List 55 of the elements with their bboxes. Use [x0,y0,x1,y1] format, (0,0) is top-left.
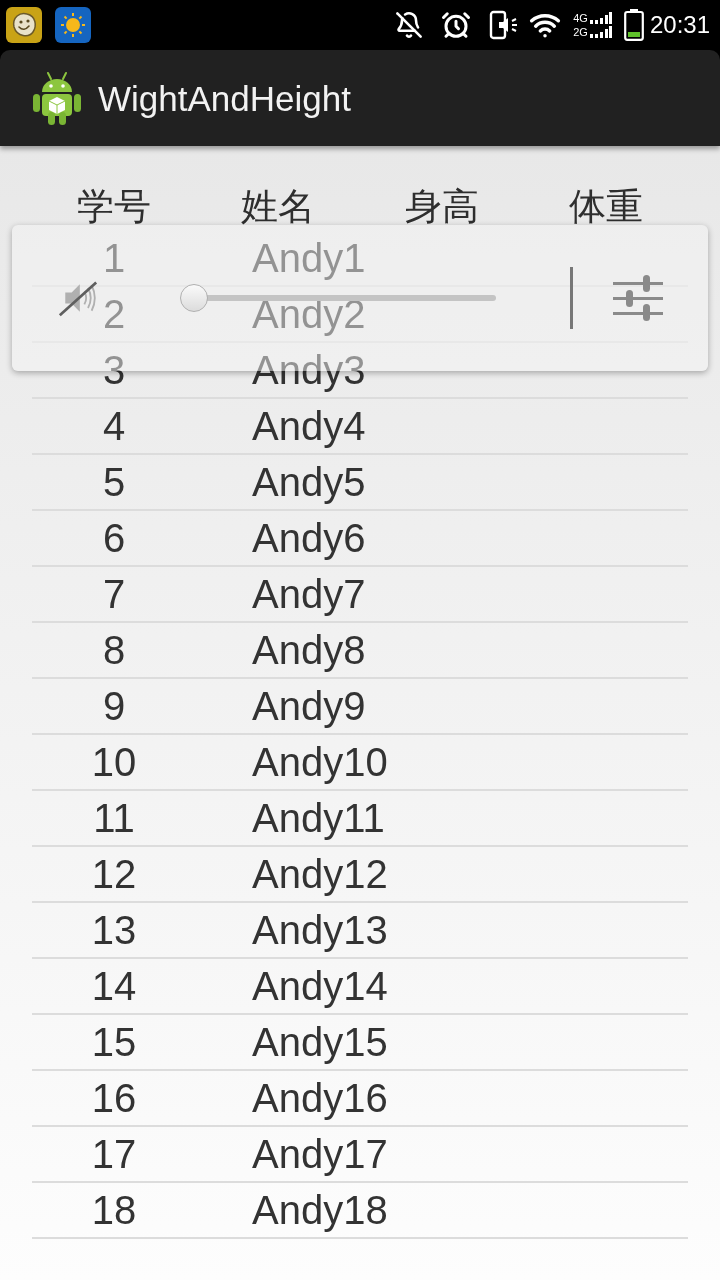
table-cell: Andy7 [252,573,366,615]
table-cell: Andy4 [252,405,366,447]
table-cell: Andy8 [252,629,366,671]
column-header: 体重 [569,184,643,229]
table-cell: 8 [102,629,126,671]
table-cell: 9 [102,685,126,727]
table-cell: 17 [91,1133,137,1175]
table-cell: Andy15 [252,1021,388,1063]
table-cell: Andy1 [252,237,366,279]
table-cell: Andy3 [252,349,366,391]
table-cell: Andy14 [252,965,388,1007]
table-cell: 7 [102,573,126,615]
sun-app-icon [55,7,91,43]
signal-bars-icon [589,26,612,38]
table-cell: Andy9 [252,685,366,727]
column-header: 身高 [405,184,479,229]
column-header: 姓名 [241,184,315,229]
table-cell: 5 [102,461,126,503]
table-cell: 12 [91,853,137,895]
phone-speaker-icon [489,10,520,40]
alarm-clock-icon [441,10,472,40]
table-cell: Andy16 [252,1077,388,1119]
table-cell: 16 [91,1077,137,1119]
table-cell: Andy12 [252,853,388,895]
volume-slider-thumb[interactable] [180,284,208,312]
table-cell: 2 [102,293,126,335]
sliders-icon[interactable] [613,275,663,321]
table-cell: Andy5 [252,461,366,503]
table-cell: Andy6 [252,517,366,559]
table-cell: 18 [91,1189,137,1231]
column-header: 学号 [77,184,151,229]
table-cell: Andy18 [252,1189,388,1231]
table-cell: 4 [102,405,126,447]
table-cell: 14 [91,965,137,1007]
network-type-label: 4G [573,12,588,24]
bell-muted-icon [395,11,424,39]
table-cell: Andy11 [252,797,385,839]
table-cell: Andy2 [252,293,366,335]
app-title: WightAndHeight [98,80,351,116]
table-cell: 10 [91,741,137,783]
android-robot-icon [32,70,82,126]
table-cell: 11 [93,797,135,839]
table-cell: 15 [91,1021,137,1063]
clock-time: 20:31 [649,13,710,37]
table-cell: 6 [102,517,126,559]
table-cell: Andy13 [252,909,388,951]
signal-bars-icon [589,12,612,24]
network-type-label: 2G [573,26,588,38]
table-cell: Andy17 [252,1133,388,1175]
table-cell: 1 [102,237,126,279]
smiley-app-icon [6,7,42,43]
table-cell: 3 [102,349,126,391]
table-cell: 13 [91,909,137,951]
table-cell: Andy10 [252,741,388,783]
battery-icon [623,9,644,41]
